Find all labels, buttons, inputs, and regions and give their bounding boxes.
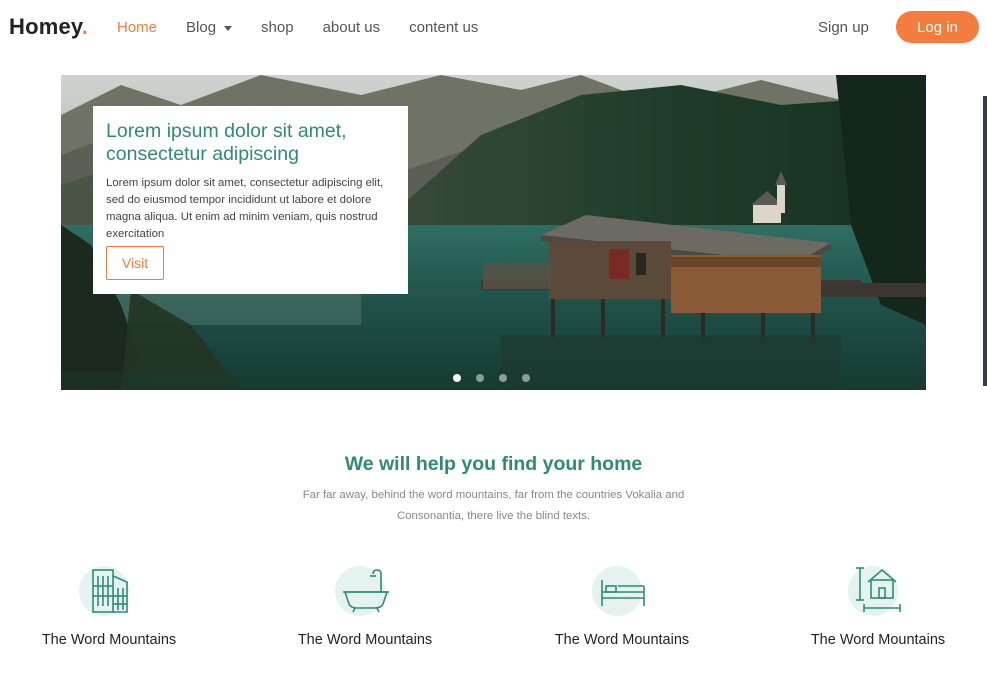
nav-item-shop[interactable]: shop [261,19,294,36]
feature-label: The Word Mountains [41,632,177,648]
feature-label: The Word Mountains [554,632,690,648]
feature-item: The Word Mountains [265,566,465,648]
nav-item-about[interactable]: about us [323,19,381,36]
nav-item-blog-label: Blog [186,19,217,36]
feature-item: The Word Mountains [522,566,722,648]
hero-caption: Lorem ipsum dolor sit amet, consectetur … [93,106,408,294]
bathtub-icon [343,569,389,613]
house-size-icon [856,567,901,612]
feature-label: The Word Mountains [297,632,433,648]
carousel-indicator-3[interactable] [499,374,507,382]
nav-links: Home Blog shop about us content us [117,19,507,36]
signup-link[interactable]: Sign up [818,19,869,36]
feature-item: The Word Mountains [9,566,209,648]
carousel-indicator-1[interactable] [453,374,461,382]
feature-item: The Word Mountains [778,566,978,648]
buildings-icon [92,569,128,613]
nav-item-home[interactable]: Home [117,19,157,36]
brand-logo[interactable]: Homey. [9,14,88,40]
carousel-indicator-2[interactable] [476,374,484,382]
carousel-indicators [453,374,545,382]
hero-text: Lorem ipsum dolor sit amet, consectetur … [106,177,384,240]
visit-button[interactable]: Visit [106,246,164,280]
brand-name: Homey [9,14,82,39]
section-title: We will help you find your home [344,453,643,475]
chevron-down-icon [224,25,233,31]
nav-item-blog[interactable]: Blog [186,19,233,36]
login-button[interactable]: Log in [896,11,979,43]
side-panel-edge [983,96,987,386]
bed-icon [601,580,645,606]
section-subtitle: Far far away, behind the word mountains,… [302,489,685,522]
nav-item-content[interactable]: content us [409,19,478,36]
hero-title: Lorem ipsum dolor sit amet, consectetur … [106,120,347,165]
carousel-indicator-4[interactable] [522,374,530,382]
feature-label: The Word Mountains [810,632,946,648]
navbar: Homey. Home Blog shop about us content u… [0,0,987,56]
brand-dot: . [81,14,89,39]
hero-carousel[interactable]: Lorem ipsum dolor sit amet, consectetur … [61,75,926,390]
